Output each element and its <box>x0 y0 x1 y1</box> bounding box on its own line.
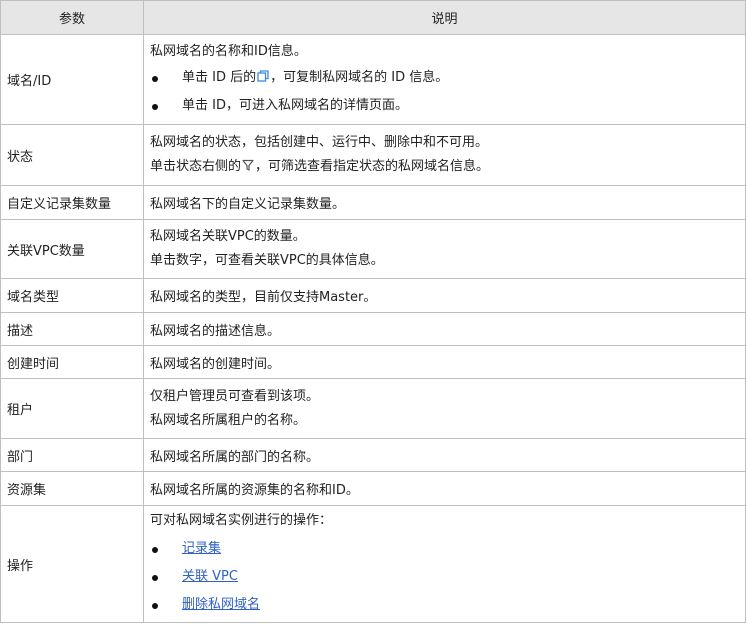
table-row: 描述 私网域名的描述信息。 <box>0 312 746 346</box>
desc-line: 私网域名的状态，包括创建中、运行中、删除中和不可用。 <box>150 135 489 150</box>
copy-icon[interactable] <box>257 65 269 82</box>
table-row: 部门 私网域名所属的部门的名称。 <box>0 438 746 472</box>
param-desc: 可对私网域名实例进行的操作： 记录集 关联 VPC 删除私网域名 <box>143 505 746 623</box>
desc-line: 可对私网域名实例进行的操作： <box>150 513 333 528</box>
param-name: 操作 <box>0 505 144 623</box>
param-name: 域名类型 <box>0 278 144 313</box>
desc-line: 单击数字，可查看关联VPC的具体信息。 <box>150 253 384 268</box>
table-row: 操作 可对私网域名实例进行的操作： 记录集 关联 VPC 删除私网域名 <box>0 505 746 623</box>
list-item: 单击 ID 后的 ，可复制私网域名的 ID 信息。 <box>150 64 739 92</box>
desc-line: 仅租户管理员可查看到该项。 <box>150 388 320 404</box>
desc-line: 私网域名关联VPC的数量。 <box>150 229 306 244</box>
param-name: 部门 <box>0 438 144 472</box>
table-row: 域名/ID 私网域名的名称和ID信息。 单击 ID 后的 ，可复制私网域名的 ID… <box>0 34 746 125</box>
table-row: 创建时间 私网域名的创建时间。 <box>0 345 746 379</box>
list-item: 关联 VPC <box>150 563 739 591</box>
action-list: 记录集 关联 VPC 删除私网域名 <box>150 535 739 619</box>
param-desc: 私网域名的创建时间。 <box>143 345 746 379</box>
desc-line: 私网域名所属租户的名称。 <box>150 412 307 428</box>
table-row: 关联VPC数量 私网域名关联VPC的数量。 单击数字，可查看关联VPC的具体信息… <box>0 219 746 279</box>
desc-line: 单击状态右侧的 ，可筛选查看指定状态的私网域名信息。 <box>150 155 739 179</box>
table-row: 状态 私网域名的状态，包括创建中、运行中、删除中和不可用。 单击状态右侧的 ，可筛… <box>0 124 746 186</box>
list-item: 记录集 <box>150 535 739 563</box>
param-name: 域名/ID <box>0 34 144 125</box>
param-name: 描述 <box>0 312 144 346</box>
param-desc: 私网域名的名称和ID信息。 单击 ID 后的 ，可复制私网域名的 ID 信息。 单… <box>143 34 746 125</box>
param-name: 关联VPC数量 <box>0 219 144 279</box>
table-row: 域名类型 私网域名的类型，目前仅支持Master。 <box>0 278 746 313</box>
record-set-link[interactable]: 记录集 <box>182 541 221 556</box>
desc-text: ，可复制私网域名的 ID 信息。 <box>270 69 449 85</box>
param-desc: 私网域名的描述信息。 <box>143 312 746 346</box>
table-row: 自定义记录集数量 私网域名下的自定义记录集数量。 <box>0 185 746 220</box>
table-header-row: 参数 说明 <box>0 0 746 35</box>
desc-line: 私网域名的名称和ID信息。 <box>150 43 307 59</box>
param-name: 状态 <box>0 124 144 186</box>
header-param: 参数 <box>0 0 144 35</box>
param-name: 资源集 <box>0 471 144 506</box>
desc-text: ，可筛选查看指定状态的私网域名信息。 <box>255 159 490 174</box>
parameter-table: 参数 说明 域名/ID 私网域名的名称和ID信息。 单击 ID 后的 ，可复制私网… <box>0 0 746 623</box>
param-desc: 私网域名所属的部门的名称。 <box>143 438 746 472</box>
param-desc: 私网域名下的自定义记录集数量。 <box>143 185 746 220</box>
param-desc: 私网域名关联VPC的数量。 单击数字，可查看关联VPC的具体信息。 <box>143 219 746 279</box>
desc-text: 单击 ID 后的 <box>182 69 257 85</box>
param-name: 租户 <box>0 378 144 439</box>
param-desc: 仅租户管理员可查看到该项。 私网域名所属租户的名称。 <box>143 378 746 439</box>
desc-text: 单击状态右侧的 <box>150 159 242 174</box>
param-name: 创建时间 <box>0 345 144 379</box>
list-item: 删除私网域名 <box>150 591 739 619</box>
param-desc: 私网域名的类型，目前仅支持Master。 <box>143 278 746 313</box>
associate-vpc-link[interactable]: 关联 VPC <box>182 569 238 584</box>
table-row: 租户 仅租户管理员可查看到该项。 私网域名所属租户的名称。 <box>0 378 746 439</box>
bullet-list: 单击 ID 后的 ，可复制私网域名的 ID 信息。 单击 ID，可进入私网域名的详… <box>150 64 739 120</box>
filter-icon[interactable] <box>242 156 254 171</box>
table-row: 资源集 私网域名所属的资源集的名称和ID。 <box>0 471 746 506</box>
param-name: 自定义记录集数量 <box>0 185 144 220</box>
param-desc: 私网域名的状态，包括创建中、运行中、删除中和不可用。 单击状态右侧的 ，可筛选查看… <box>143 124 746 186</box>
param-desc: 私网域名所属的资源集的名称和ID。 <box>143 471 746 506</box>
delete-private-zone-link[interactable]: 删除私网域名 <box>182 597 260 612</box>
header-desc: 说明 <box>143 0 746 35</box>
list-item: 单击 ID，可进入私网域名的详情页面。 <box>150 92 739 120</box>
